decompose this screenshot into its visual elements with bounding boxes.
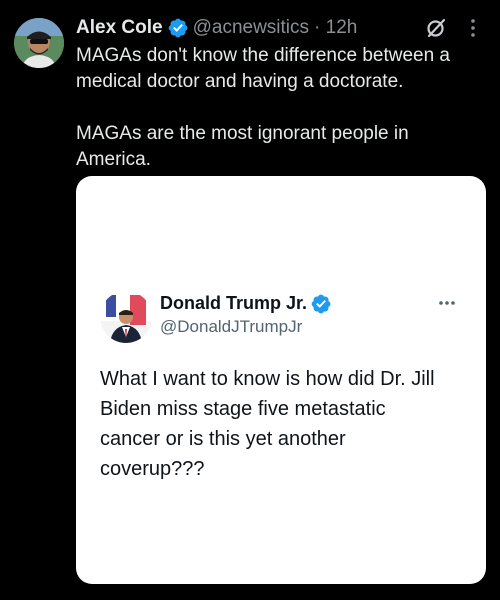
verified-icon	[168, 18, 188, 38]
more-icon	[439, 301, 455, 305]
quoted-text: What I want to know is how did Dr. Jill …	[100, 368, 435, 480]
author-name[interactable]: Alex Cole	[76, 17, 163, 39]
avatar-image	[14, 18, 64, 68]
verified-icon	[311, 294, 331, 313]
more-icon[interactable]	[470, 18, 476, 38]
timestamp[interactable]: · 12h	[314, 17, 357, 39]
quoted-handle: @DonaldJTrumpJr	[160, 317, 303, 336]
tweet[interactable]: Alex Cole @acnewsitics · 12h MAGAs don't…	[0, 0, 500, 600]
quoted-avatar	[100, 291, 152, 343]
quoted-author-name: Donald Trump Jr.	[160, 293, 308, 313]
author-handle[interactable]: @acnewsitics	[193, 17, 309, 39]
quoted-avatar-image	[100, 291, 152, 343]
avatar[interactable]	[14, 18, 64, 68]
grok-icon[interactable]	[424, 16, 448, 40]
tweet-text-paragraph-1: MAGAs don't know the difference between …	[76, 45, 450, 92]
header-actions	[424, 14, 486, 42]
tweet-text-paragraph-2: MAGAs are the most ignorant people in Am…	[76, 123, 409, 170]
tweet-header: Alex Cole @acnewsitics · 12h	[76, 14, 486, 42]
embedded-image[interactable]: Donald Trump Jr. @DonaldJTrumpJr What I …	[76, 176, 486, 584]
tweet-text: MAGAs don't know the difference between …	[76, 43, 486, 173]
quoted-header: Donald Trump Jr.	[160, 293, 331, 314]
